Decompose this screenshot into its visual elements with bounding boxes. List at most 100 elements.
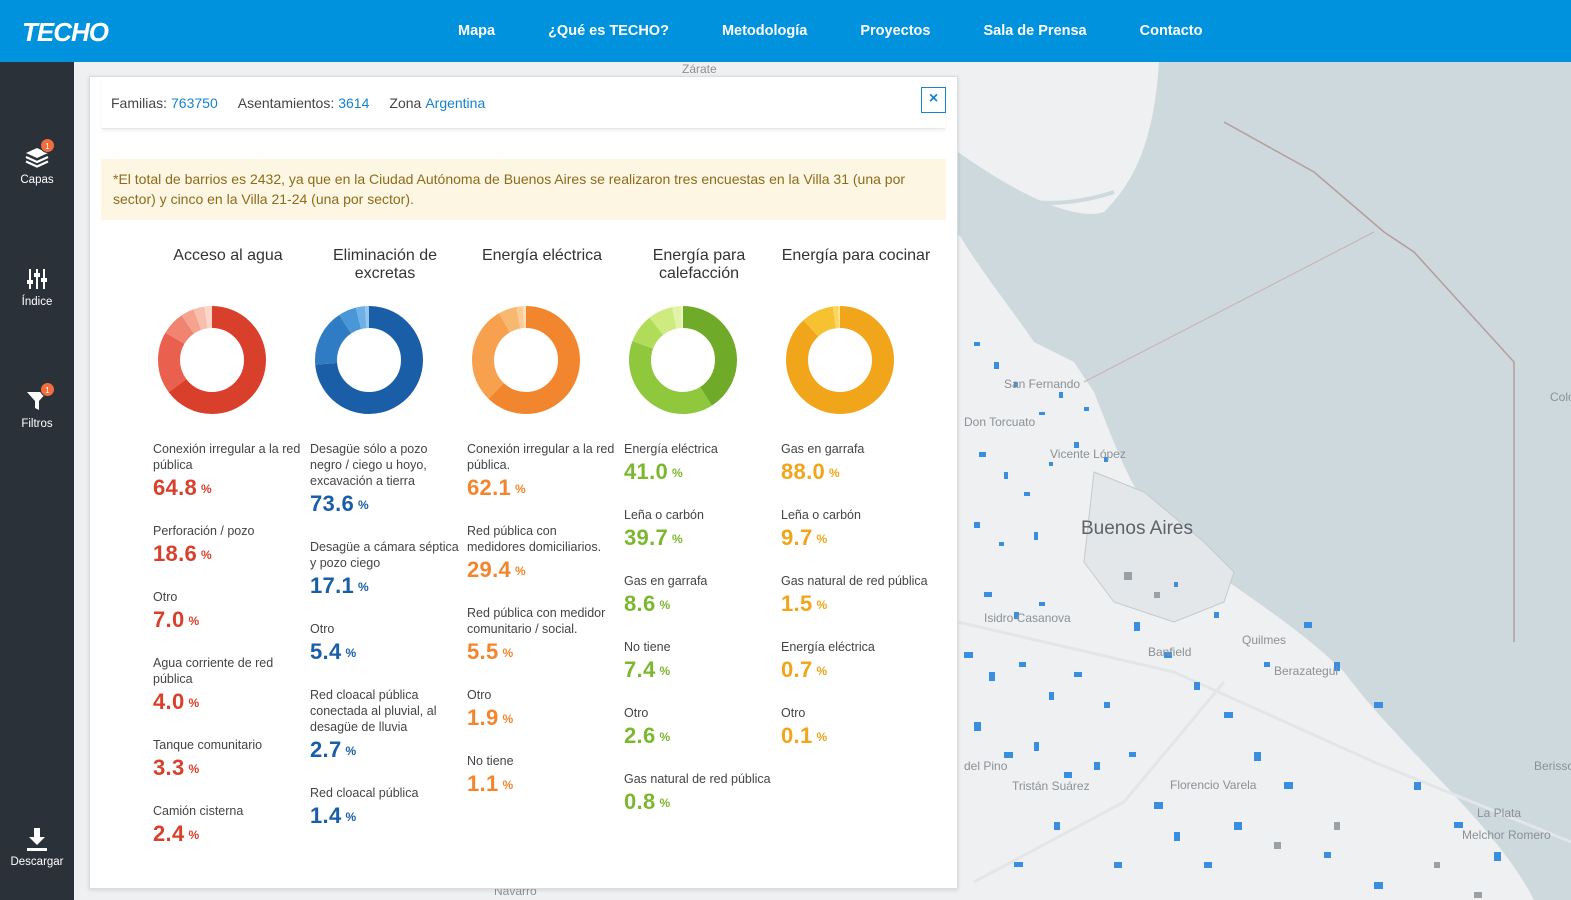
percent-symbol: % bbox=[659, 796, 671, 810]
column-title: Eliminación de excretas bbox=[332, 247, 438, 282]
map-label: Berisso bbox=[1534, 759, 1571, 773]
map-label: Banfield bbox=[1148, 645, 1192, 659]
asentamientos-label: Asentamientos: bbox=[237, 94, 335, 111]
sidebar-item-filtros[interactable]: 1 Filtros bbox=[0, 382, 74, 430]
nav-sala-de-prensa[interactable]: Sala de Prensa bbox=[983, 23, 1086, 39]
map-label: Isidro Casanova bbox=[984, 611, 1071, 625]
indicator-label: Otro bbox=[467, 688, 492, 702]
percent-symbol: % bbox=[829, 466, 841, 480]
indicator-value: 7.0% bbox=[153, 605, 303, 636]
indicator-label: Desagüe a cámara séptica y pozo ciego bbox=[310, 540, 459, 570]
indicator-list: Energía eléctrica 41.0% Leña o carbón 39.7%… bbox=[624, 441, 774, 837]
percent-symbol: % bbox=[188, 696, 200, 710]
indicator-value: 1.9% bbox=[467, 703, 617, 734]
indicator-value: 2.7% bbox=[310, 735, 460, 766]
indicator-item: Leña o carbón 9.7% bbox=[781, 507, 931, 554]
percent-symbol: % bbox=[515, 564, 527, 578]
zona-value[interactable]: Argentina bbox=[425, 95, 485, 111]
sidebar-item-label: Índice bbox=[21, 296, 53, 308]
percent-symbol: % bbox=[816, 664, 828, 678]
indicator-number: 5.4 bbox=[310, 639, 342, 664]
sidebar-item-label: Descargar bbox=[10, 856, 64, 868]
nav-mapa[interactable]: Mapa bbox=[458, 23, 495, 39]
indicator-value: 4.0% bbox=[153, 687, 303, 718]
indicator-number: 4.0 bbox=[153, 689, 185, 714]
indicator-value: 64.8% bbox=[153, 473, 303, 504]
indicator-label: Agua corriente de red pública bbox=[153, 656, 274, 686]
indicator-item: Red pública con medidores domiciliarios.… bbox=[467, 523, 617, 586]
indicator-label: Energía eléctrica bbox=[624, 442, 718, 456]
indicator-item: Gas natural de red pública 0.8% bbox=[624, 771, 774, 818]
indicator-item: Red pública con medidor comunitario / so… bbox=[467, 605, 617, 668]
indicator-value: 0.1% bbox=[781, 721, 931, 752]
indicator-label: Leña o carbón bbox=[624, 508, 704, 522]
percent-symbol: % bbox=[201, 548, 213, 562]
map-label: La Plata bbox=[1477, 806, 1522, 820]
map-label: Tristán Suárez bbox=[1012, 779, 1090, 793]
nav-contacto[interactable]: Contacto bbox=[1140, 23, 1203, 39]
map-label: Don Torcuato bbox=[964, 415, 1036, 429]
indicator-value: 7.4% bbox=[624, 655, 774, 686]
indicator-value: 5.5% bbox=[467, 637, 617, 668]
indicator-value: 0.8% bbox=[624, 787, 774, 818]
indicator-item: No tiene 7.4% bbox=[624, 639, 774, 686]
sidebar-item-capas[interactable]: 1 Capas bbox=[0, 138, 74, 186]
donut-chart[interactable] bbox=[628, 305, 738, 415]
donut-chart[interactable] bbox=[785, 305, 895, 415]
indicator-label: No tiene bbox=[467, 754, 514, 768]
indicator-list: Conexión irregular a la red pública. 62.1… bbox=[467, 441, 617, 819]
indicator-item: Perforación / pozo 18.6% bbox=[153, 523, 303, 570]
techo-logo[interactable]: TECHO bbox=[22, 17, 109, 48]
indicator-item: Gas en garrafa 8.6% bbox=[624, 573, 774, 620]
indicator-label: Gas natural de red pública bbox=[781, 574, 928, 588]
percent-symbol: % bbox=[188, 762, 200, 776]
nav-que-es-techo[interactable]: ¿Qué es TECHO? bbox=[548, 23, 669, 39]
river-water bbox=[958, 62, 1571, 900]
map-label: Berazategui bbox=[1274, 664, 1339, 678]
indicator-item: Otro 1.9% bbox=[467, 687, 617, 734]
indicator-value: 73.6% bbox=[310, 489, 460, 520]
donut-slice[interactable] bbox=[786, 306, 894, 414]
indicator-number: 73.6 bbox=[310, 491, 355, 516]
indicator-label: Gas en garrafa bbox=[781, 442, 865, 456]
close-button[interactable]: × bbox=[921, 87, 946, 113]
indicator-value: 3.3% bbox=[153, 753, 303, 784]
percent-symbol: % bbox=[188, 828, 200, 842]
indicator-number: 0.7 bbox=[781, 657, 813, 682]
sidebar-item-descargar[interactable]: Descargar bbox=[0, 826, 74, 868]
indicator-label: Camión cisterna bbox=[153, 804, 244, 818]
indicator-item: Red cloacal pública conectada al pluvial… bbox=[310, 687, 460, 766]
percent-symbol: % bbox=[816, 598, 828, 612]
donut-chart[interactable] bbox=[314, 305, 424, 415]
indicator-item: Desagüe sólo a pozo negro / ciego u hoyo… bbox=[310, 441, 460, 520]
percent-symbol: % bbox=[345, 646, 357, 660]
indicator-label: Otro bbox=[310, 622, 335, 636]
summary-bar: Familias: 763750 Asentamientos: 3614 Zon… bbox=[102, 77, 945, 129]
indicator-number: 3.3 bbox=[153, 755, 185, 780]
indicator-item: Desagüe a cámara séptica y pozo ciego 17.… bbox=[310, 539, 460, 602]
indicator-list: Desagüe sólo a pozo negro / ciego u hoyo… bbox=[310, 441, 460, 851]
column-title: Energía para calefacción bbox=[652, 247, 746, 282]
sliders-icon bbox=[27, 269, 47, 289]
indicator-label: Otro bbox=[781, 706, 806, 720]
donut-chart[interactable] bbox=[471, 305, 581, 415]
percent-symbol: % bbox=[515, 482, 527, 496]
column-title: Acceso al agua bbox=[173, 247, 283, 264]
nav-metodologia[interactable]: Metodología bbox=[722, 23, 807, 39]
indicator-number: 88.0 bbox=[781, 459, 826, 484]
indicator-label: Perforación / pozo bbox=[153, 524, 255, 538]
percent-symbol: % bbox=[816, 532, 828, 546]
download-icon bbox=[27, 828, 47, 851]
percent-symbol: % bbox=[358, 498, 370, 512]
indicator-label: Energía eléctrica bbox=[781, 640, 875, 654]
indicator-item: Agua corriente de red pública 4.0% bbox=[153, 655, 303, 718]
nav-proyectos[interactable]: Proyectos bbox=[860, 23, 930, 39]
percent-symbol: % bbox=[345, 744, 357, 758]
indicator-label: Conexión irregular a la red pública. bbox=[467, 442, 615, 472]
sidebar-item-indice[interactable]: Índice bbox=[0, 266, 74, 308]
donut-chart[interactable] bbox=[157, 305, 267, 415]
info-note: *El total de barrios es 2432, ya que en … bbox=[101, 159, 946, 220]
map-label: San Fernando bbox=[1004, 377, 1081, 391]
indicator-number: 41.0 bbox=[624, 459, 669, 484]
percent-symbol: % bbox=[502, 646, 514, 660]
